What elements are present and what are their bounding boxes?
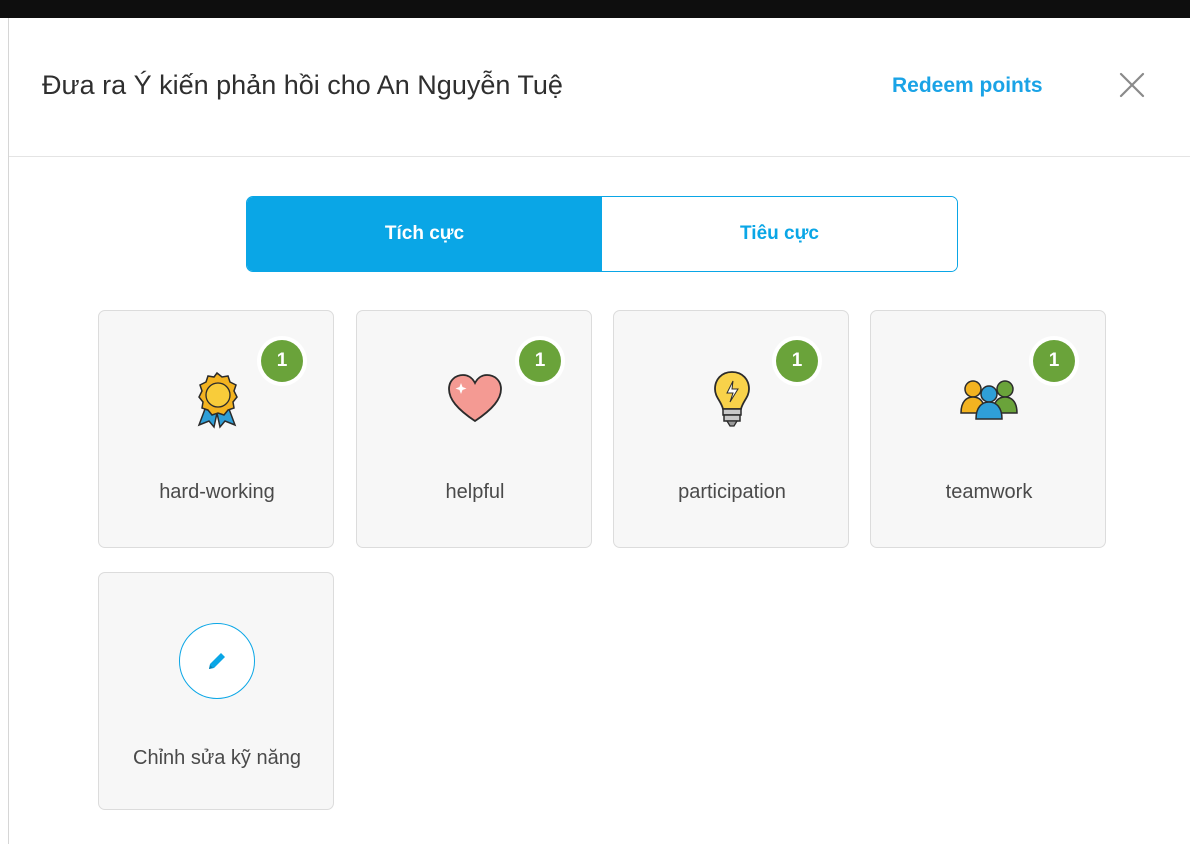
feedback-dialog: Đưa ra Ý kiến phản hồi cho An Nguyễn Tuệ…	[8, 18, 1190, 844]
close-icon[interactable]	[1117, 70, 1147, 100]
skill-card-helpful[interactable]: 1 helpful	[356, 310, 592, 548]
skill-label: hard-working	[159, 481, 275, 503]
skill-card-teamwork[interactable]: 1 teamwork	[870, 310, 1106, 548]
dialog-header: Đưa ra Ý kiến phản hồi cho An Nguyễn Tuệ…	[9, 18, 1190, 157]
pencil-icon	[179, 623, 255, 699]
skill-label: teamwork	[945, 481, 1033, 503]
count-badge-value: 1	[261, 340, 303, 382]
tab-positive[interactable]: Tích cực	[247, 197, 602, 271]
feedback-type-toggle: Tích cực Tiêu cực	[246, 196, 958, 272]
award-ribbon-icon	[187, 369, 247, 429]
window-top-bar	[0, 0, 1190, 18]
skill-label: participation	[678, 481, 786, 503]
heart-icon	[445, 369, 505, 429]
count-badge-value: 1	[776, 340, 818, 382]
count-badge: 1	[772, 336, 822, 386]
skill-card-participation[interactable]: 1 participation	[613, 310, 849, 548]
skill-card-hard-working[interactable]: 1 hard-working	[98, 310, 334, 548]
team-people-icon	[959, 369, 1019, 429]
edit-skills-card[interactable]: Chỉnh sửa kỹ năng	[98, 572, 334, 810]
skill-label: helpful	[445, 481, 505, 503]
redeem-points-link[interactable]: Redeem points	[892, 74, 1043, 98]
tab-negative[interactable]: Tiêu cực	[602, 197, 957, 271]
count-badge: 1	[1029, 336, 1079, 386]
count-badge: 1	[515, 336, 565, 386]
count-badge-value: 1	[519, 340, 561, 382]
dialog-title: Đưa ra Ý kiến phản hồi cho An Nguyễn Tuệ	[42, 70, 563, 100]
lightbulb-icon	[702, 369, 762, 429]
edit-skills-label: Chỉnh sửa kỹ năng	[133, 747, 301, 769]
count-badge-value: 1	[1033, 340, 1075, 382]
count-badge: 1	[257, 336, 307, 386]
